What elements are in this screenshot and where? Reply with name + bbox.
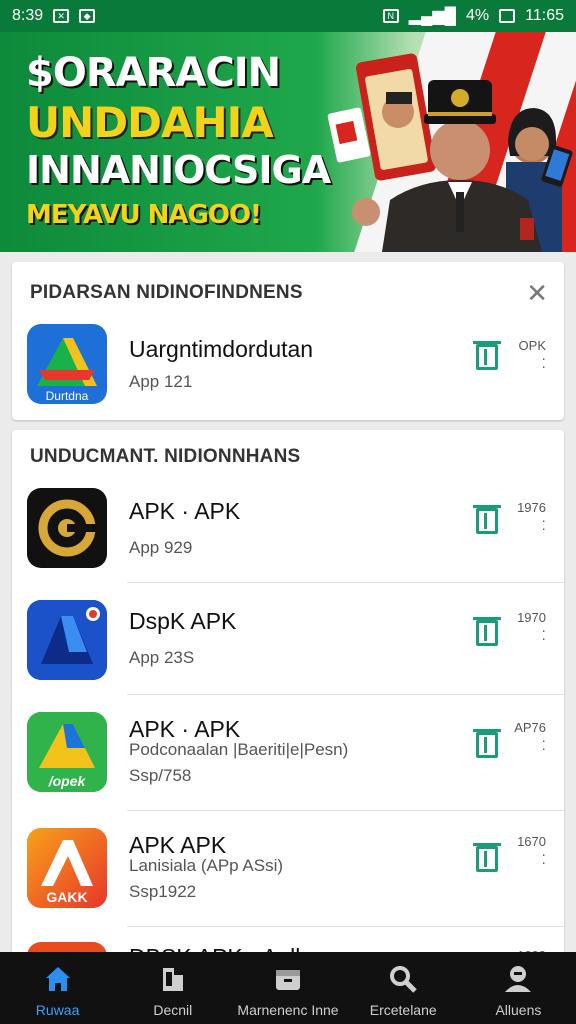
- divider: [127, 810, 564, 811]
- icon-label: /opek: [48, 773, 87, 789]
- banner-line-3: INNANIOCSIGA: [26, 148, 331, 192]
- icon-label: GAKK: [46, 889, 87, 905]
- banner-line-1: $ORARACIN: [26, 50, 281, 96]
- nav-label: Ruwaa: [35, 1002, 80, 1018]
- app-sub: App 23S: [129, 648, 195, 667]
- orange-a-icon: GAKK: [27, 828, 107, 908]
- divider: [127, 694, 564, 695]
- app-sub: Lanisiala (APp ASsi): [129, 856, 284, 875]
- nav-item-box[interactable]: Marnenenc Inne: [230, 952, 345, 1024]
- nav-label: Decnil: [153, 1002, 193, 1018]
- banner-people-illustration: [327, 53, 573, 252]
- more-options-icon[interactable]: · ·: [541, 733, 546, 755]
- more-options-icon[interactable]: · ·: [541, 623, 546, 645]
- promo-banner[interactable]: $ORARACIN UNDDAHIA INNANIOCSIGA MEYAVU N…: [0, 32, 576, 252]
- download-icon[interactable]: [473, 617, 501, 646]
- nav-item-search[interactable]: Ercetelane: [346, 952, 461, 1024]
- box-icon: [276, 970, 300, 990]
- signal-icon: ▂▄▆█: [408, 8, 457, 25]
- download-icon[interactable]: [473, 729, 501, 758]
- featured-section-title: PIDARSAN NIDINOFINDNENS: [30, 282, 303, 303]
- battery-percent: 4%: [466, 7, 490, 24]
- person-icon: [505, 966, 532, 992]
- status-time: 8:39: [12, 7, 44, 24]
- app-list-card: UNDUCMANT. NIDIONNHANS APK · APK App 929…: [12, 430, 564, 970]
- green-a-icon: /opek: [27, 712, 107, 792]
- app-name: APK APK: [129, 832, 227, 858]
- list-section-title: UNDUCMANT. NIDIONNHANS: [30, 446, 301, 467]
- banner-line-2: UNDDAHIA: [26, 98, 274, 147]
- close-icon[interactable]: ✕: [526, 278, 548, 309]
- nav-item-account[interactable]: Alluens: [461, 952, 576, 1024]
- app-sub2: Ssp1922: [129, 882, 197, 901]
- download-icon[interactable]: [473, 341, 501, 370]
- status-bar: 8:39 ✕ ◆ N ▂▄▆█ 4% 11:65: [0, 0, 576, 32]
- nav-item-home[interactable]: Ruwaa: [0, 952, 115, 1024]
- app-sub: Podconaalan |Baeriti|e|Pesn): [129, 740, 349, 759]
- nav-label: Ercetelane: [369, 1002, 437, 1018]
- download-icon[interactable]: [473, 505, 501, 534]
- banner-line-4: MEYAVU NAGOO!: [26, 200, 262, 230]
- search-icon: [390, 966, 417, 993]
- app-name: APK · APK: [129, 498, 241, 524]
- more-options-icon[interactable]: · ·: [541, 513, 546, 535]
- gold-g-icon: [27, 488, 107, 568]
- featured-app-sub: App 121: [129, 372, 193, 391]
- nav-label: Marnenenc Inne: [237, 1002, 339, 1018]
- app-notification-icon: ◆: [79, 9, 96, 23]
- status-clock: 11:65: [525, 7, 564, 24]
- divider: [127, 582, 564, 583]
- app-name: APK · APK: [129, 716, 241, 742]
- featured-app-name: Uargntimdordutan: [129, 336, 314, 362]
- nfc-icon: N: [382, 9, 399, 23]
- featured-card: PIDARSAN NIDINOFINDNENS ✕ Durtdna Uargnt…: [12, 262, 564, 420]
- home-icon: [45, 967, 70, 991]
- download-icon[interactable]: [473, 843, 501, 872]
- divider: [127, 926, 564, 927]
- nav-item-document[interactable]: Decnil: [115, 952, 230, 1024]
- featured-app-icon: Durtdna: [27, 324, 107, 404]
- battery-icon: [499, 9, 516, 23]
- blue-a-icon: [27, 600, 107, 680]
- featured-icon-label: Durtdna: [46, 389, 89, 403]
- mail-notification-icon: ✕: [53, 9, 70, 23]
- nav-label: Alluens: [495, 1002, 542, 1018]
- app-name: DspK APK: [129, 608, 237, 634]
- more-options-icon[interactable]: · ·: [541, 847, 546, 869]
- app-sub: App 929: [129, 538, 193, 557]
- more-options-icon[interactable]: · ·: [541, 351, 546, 373]
- document-icon: [162, 968, 183, 991]
- app-sub2: Ssp/758: [129, 766, 192, 785]
- bottom-nav: Ruwaa Decnil Marnenenc Inne Ercetelane A…: [0, 952, 576, 1024]
